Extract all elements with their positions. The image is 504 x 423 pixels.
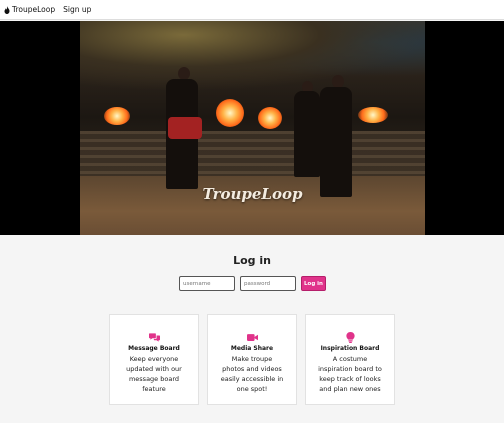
chat-bubbles-icon [148,333,160,342]
photo-steps [80,131,425,176]
feature-description: Keep everyone updated with our message b… [126,355,182,393]
feature-title: Media Share [230,345,274,352]
navbar: TroupeLoop Sign up [0,0,504,20]
login-button[interactable]: Log in [301,276,326,291]
feature-card-inspiration-board: Inspiration Board A costume inspiration … [305,314,395,405]
flame-icon [4,5,10,14]
username-input[interactable] [179,276,235,291]
feature-card-message-board: Message Board Keep everyone updated with… [109,314,199,405]
performer-figure [294,91,320,177]
photo-background [80,21,425,91]
brand-name: TroupeLoop [12,5,56,14]
performer-figure [320,87,352,197]
hero-banner: TroupeLoop [0,21,504,235]
hero-photo: TroupeLoop [80,21,425,235]
performer-costume [168,117,202,139]
video-camera-icon [246,334,258,341]
hero-watermark: TroupeLoop [202,185,303,203]
fire-ball [258,107,282,129]
signup-link[interactable]: Sign up [63,5,91,14]
feature-card-media-share: Media Share Make troupe photos and video… [207,314,297,405]
brand-link[interactable]: TroupeLoop [4,5,55,14]
feature-title: Inspiration Board [320,345,380,352]
login-form: Log in [179,276,326,291]
fire-ball [104,107,130,125]
password-input[interactable] [240,276,296,291]
feature-description: A costume inspiration board to keep trac… [318,355,382,393]
fire-ball [358,107,388,123]
feature-description: Make troupe photos and videos easily acc… [220,355,284,393]
lightbulb-icon [345,332,355,343]
feature-title: Message Board [128,345,180,352]
fire-ball [216,99,244,127]
login-title: Log in [233,254,271,267]
